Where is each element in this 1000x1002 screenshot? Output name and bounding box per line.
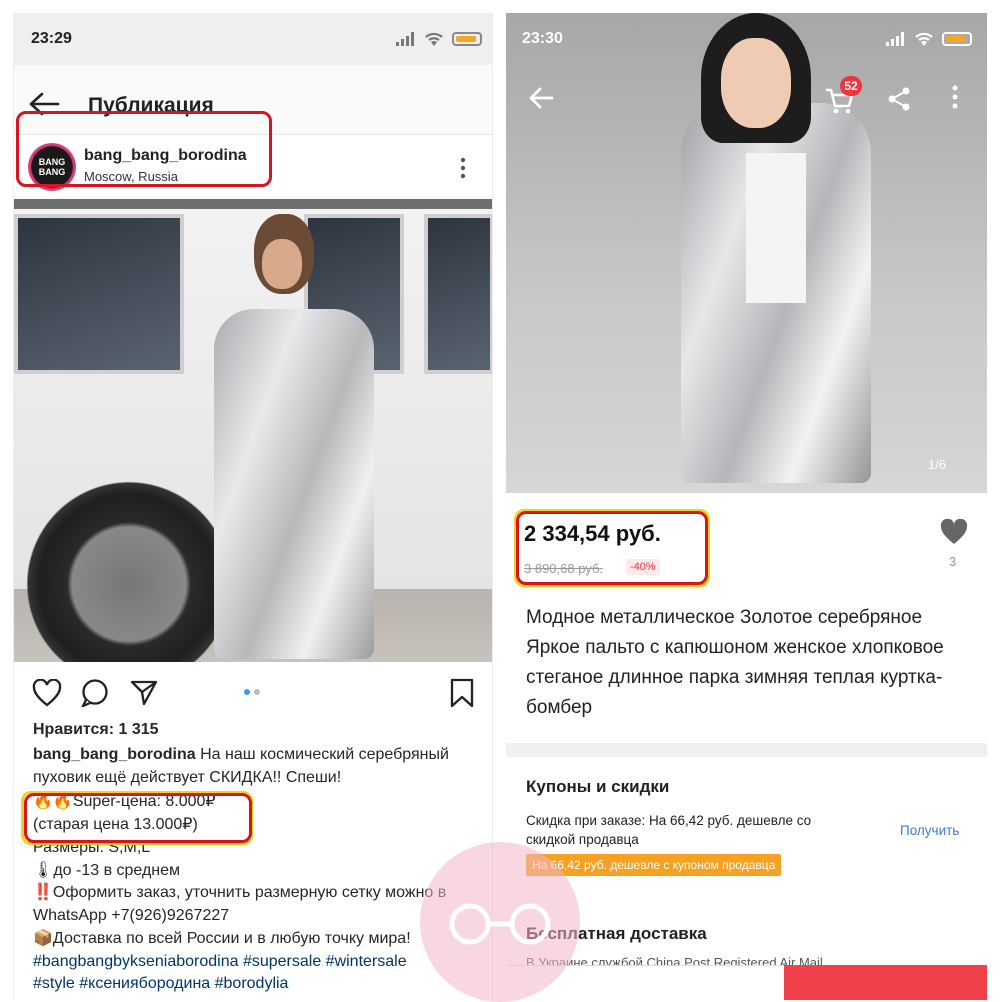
carousel-dot xyxy=(254,689,260,695)
image-counter: 1/6 xyxy=(928,457,947,472)
price-highlight-box xyxy=(516,511,708,585)
cart-count-badge: 52 xyxy=(840,76,862,96)
car-window xyxy=(14,214,184,374)
caption-author[interactable]: bang_bang_borodina xyxy=(33,746,196,763)
status-icons xyxy=(396,31,482,47)
caption-hashtags[interactable]: #style #ксениябородина #borodylia xyxy=(33,973,488,996)
car-window xyxy=(424,214,492,374)
back-arrow-icon[interactable] xyxy=(528,87,554,109)
section-divider xyxy=(506,743,987,757)
aliexpress-screen: 23:30 52 1/6 2 334,54 руб. 3 890,68 руб.… xyxy=(506,13,987,1000)
coupon-tag[interactable]: На 66,42 руб. дешевле с купоном продавца xyxy=(526,854,782,876)
model-figure xyxy=(204,209,384,662)
post-photo[interactable] xyxy=(14,199,492,662)
profile-highlight-box xyxy=(16,111,272,187)
coupon-description: Скидка при заказе: На 66,42 руб. дешевле… xyxy=(526,813,812,847)
model-face xyxy=(721,38,791,128)
status-bar: 23:29 xyxy=(14,13,492,65)
post-actions xyxy=(14,675,492,715)
wifi-icon xyxy=(425,32,443,46)
instagram-screen: 23:29 Публикация BANG BANG bang_bang_bor… xyxy=(13,13,493,1000)
signal-icon xyxy=(396,32,414,46)
signal-icon xyxy=(886,32,904,46)
product-image[interactable]: 23:30 52 1/6 xyxy=(506,13,987,493)
silver-coat xyxy=(214,309,374,659)
wifi-icon xyxy=(915,32,933,46)
wishlist-heart-icon[interactable] xyxy=(940,519,968,545)
carousel-dot xyxy=(244,689,250,695)
caption-temperature: 🌡до -13 в среднем xyxy=(33,862,181,879)
like-heart-icon[interactable] xyxy=(32,679,62,707)
product-title: Модное металлическое Золотое серебряное … xyxy=(526,607,944,718)
watermark-logo xyxy=(420,842,580,1002)
bookmark-icon[interactable] xyxy=(450,678,474,708)
carousel-indicator xyxy=(244,689,260,695)
status-time: 23:30 xyxy=(522,30,563,47)
glasses-icon xyxy=(449,903,551,945)
status-icons xyxy=(886,31,972,47)
more-options-icon[interactable] xyxy=(460,157,466,179)
share-icon[interactable] xyxy=(887,86,911,112)
post-caption: bang_bang_borodina На наш космический се… xyxy=(33,744,488,789)
bottom-action-bar xyxy=(506,965,987,1000)
battery-icon xyxy=(452,32,482,46)
wishlist-count: 3 xyxy=(949,554,957,569)
caption-hashtags[interactable]: #bangbangbykseniaborodina #supersale #wi… xyxy=(33,951,488,974)
comment-icon[interactable] xyxy=(80,679,110,707)
buy-button[interactable] xyxy=(784,965,987,1000)
more-options-icon[interactable] xyxy=(952,85,958,109)
model-face xyxy=(262,239,302,289)
get-coupon-button[interactable]: Получить xyxy=(900,823,959,838)
model-shirt xyxy=(746,153,806,303)
status-time: 23:29 xyxy=(31,30,72,47)
coupons-heading: Купоны и скидки xyxy=(526,777,670,796)
battery-icon xyxy=(942,32,972,46)
price-highlight-box xyxy=(24,793,252,843)
likes-count[interactable]: Нравится: 1 315 xyxy=(33,719,488,742)
share-icon[interactable] xyxy=(130,679,158,707)
